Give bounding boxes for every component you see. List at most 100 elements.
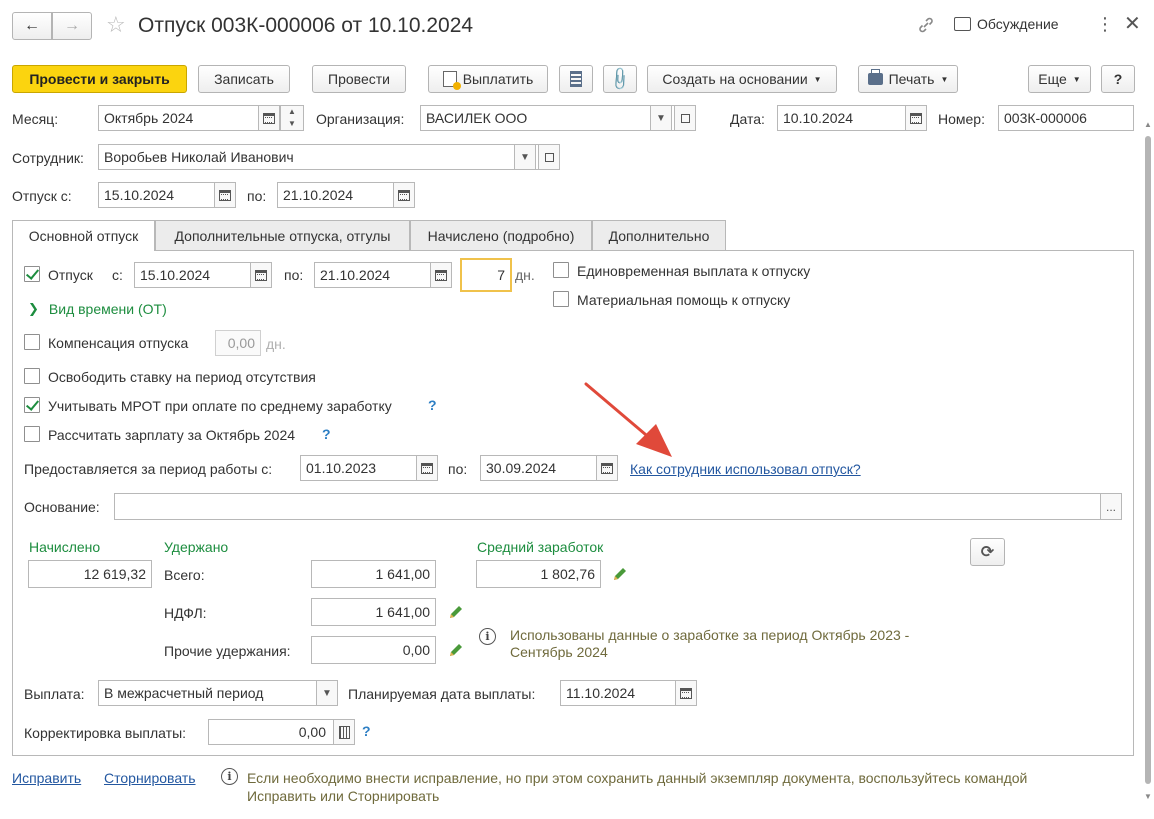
calculator-button[interactable] — [333, 720, 354, 744]
discussion-button[interactable]: Обсуждение — [954, 16, 1059, 32]
other-edit-pencil-icon[interactable] — [448, 642, 464, 658]
avg-earnings-label: Средний заработок — [477, 539, 604, 555]
more-button[interactable]: Еще ▼ — [1028, 65, 1091, 93]
period-from-field[interactable]: 01.10.2023 — [300, 455, 438, 481]
tab-additional-vacations[interactable]: Дополнительные отпуска, отгулы — [155, 220, 410, 250]
avg-edit-pencil-icon[interactable] — [612, 566, 628, 582]
calendar-button[interactable] — [905, 106, 926, 130]
attach-button[interactable]: 📎 — [603, 65, 637, 93]
link-icon[interactable] — [916, 15, 936, 35]
withheld-label: Удержано — [164, 539, 229, 555]
to-date-field[interactable]: 21.10.2024 — [314, 262, 452, 288]
tab-additional[interactable]: Дополнительно — [592, 220, 726, 250]
info-icon: i — [479, 628, 496, 645]
org-dropdown-button[interactable]: ▼ — [650, 106, 672, 130]
close-icon[interactable]: ✕ — [1124, 13, 1141, 35]
list-button[interactable] — [559, 65, 593, 93]
calc-salary-checkbox[interactable] — [24, 426, 40, 442]
month-spinner[interactable]: ▲ ▼ — [280, 105, 304, 131]
calendar-button[interactable] — [430, 263, 451, 287]
time-type-toggle[interactable]: ❯ Вид времени (ОТ) — [28, 300, 167, 318]
compensation-checkbox[interactable] — [24, 334, 40, 350]
mrot-help-icon[interactable]: ? — [428, 397, 437, 413]
org-open-button[interactable] — [674, 106, 695, 130]
post-button[interactable]: Провести — [312, 65, 406, 93]
vacation-usage-link[interactable]: Как сотрудник использовал отпуск? — [630, 460, 861, 478]
vacation-from-label: Отпуск с: — [12, 188, 72, 204]
save-button[interactable]: Записать — [198, 65, 290, 93]
employee-dropdown-button[interactable]: ▼ — [514, 145, 536, 169]
more-label: Еще — [1038, 71, 1067, 87]
back-button[interactable]: ← — [12, 12, 52, 40]
calc-salary-help-icon[interactable]: ? — [322, 426, 331, 442]
scrollbar-track[interactable]: ▲ ▼ — [1143, 120, 1153, 810]
calendar-button[interactable] — [675, 681, 696, 705]
employee-open-button[interactable] — [538, 145, 559, 169]
number-label: Номер: — [938, 111, 985, 127]
info-icon: i — [221, 768, 238, 785]
month-value: Октябрь 2024 — [104, 110, 194, 126]
org-label: Организация: — [316, 111, 405, 127]
caret-down-icon: ▼ — [940, 74, 949, 84]
calendar-icon — [255, 269, 267, 281]
storno-link[interactable]: Сторнировать — [104, 769, 196, 787]
payout-dropdown-button[interactable]: ▼ — [316, 681, 337, 705]
window-title: Отпуск 003К-000006 от 10.10.2024 — [138, 14, 474, 37]
print-button[interactable]: Печать ▼ — [858, 65, 958, 93]
time-type-label: Вид времени (ОТ) — [48, 301, 167, 317]
calendar-button[interactable] — [250, 263, 271, 287]
calendar-icon — [680, 687, 692, 699]
days-field[interactable]: 7 — [460, 258, 512, 292]
discussion-label: Обсуждение — [977, 16, 1059, 32]
org-field[interactable]: ВАСИЛЕК ООО ▼ — [420, 105, 696, 131]
help-button[interactable]: ? — [1101, 65, 1135, 93]
vacation-checkbox[interactable] — [24, 266, 40, 282]
from-date-field[interactable]: 15.10.2024 — [134, 262, 272, 288]
create-based-button[interactable]: Создать на основании ▼ — [647, 65, 837, 93]
employee-field[interactable]: Воробьев Николай Иванович ▼ — [98, 144, 560, 170]
tab-main-vacation[interactable]: Основной отпуск — [12, 220, 155, 251]
lump-sum-checkbox[interactable] — [553, 262, 569, 278]
payout-select[interactable]: В межрасчетный период ▼ — [98, 680, 338, 706]
other-withholdings-label: Прочие удержания: — [164, 643, 291, 659]
arrow-right-icon: → — [64, 17, 80, 34]
basis-field[interactable]: ... — [114, 493, 1122, 520]
month-field[interactable]: Октябрь 2024 — [98, 105, 280, 131]
correction-help-icon[interactable]: ? — [362, 723, 371, 739]
free-rate-checkbox[interactable] — [24, 368, 40, 384]
post-and-close-button[interactable]: Провести и закрыть — [12, 65, 187, 93]
period-to-label: по: — [448, 461, 468, 477]
calendar-button[interactable] — [214, 183, 235, 207]
calendar-button[interactable] — [258, 106, 279, 130]
vacation-from-value: 15.10.2024 — [104, 187, 175, 203]
more-vertical-icon[interactable]: ⋮ — [1096, 14, 1114, 34]
number-field[interactable]: 003К-000006 — [998, 105, 1134, 131]
forward-button[interactable]: → — [52, 12, 92, 40]
material-aid-checkbox[interactable] — [553, 291, 569, 307]
calendar-icon — [421, 462, 433, 474]
vacation-from-field[interactable]: 15.10.2024 — [98, 182, 236, 208]
tab-accrued-detailed[interactable]: Начислено (подробно) — [410, 220, 592, 250]
vacation-to-field[interactable]: 21.10.2024 — [277, 182, 415, 208]
pay-button[interactable]: Выплатить — [428, 65, 548, 93]
scroll-down-icon[interactable]: ▼ — [1144, 792, 1152, 801]
avg-earnings-value: 1 802,76 — [540, 566, 596, 582]
basis-select-button[interactable]: ... — [1100, 494, 1121, 519]
calendar-icon — [910, 112, 922, 124]
date-field[interactable]: 10.10.2024 — [777, 105, 927, 131]
calendar-button[interactable] — [393, 183, 414, 207]
print-label: Печать — [888, 71, 935, 87]
scrollbar-thumb[interactable] — [1145, 136, 1151, 784]
fix-link[interactable]: Исправить — [12, 769, 81, 787]
planned-date-field[interactable]: 11.10.2024 — [560, 680, 697, 706]
calendar-button[interactable] — [416, 456, 437, 480]
from-label: с: — [112, 267, 123, 283]
scroll-up-icon[interactable]: ▲ — [1144, 120, 1152, 129]
correction-field[interactable]: 0,00 — [208, 719, 355, 745]
ndfl-edit-pencil-icon[interactable] — [448, 604, 464, 620]
compensation-days-field[interactable]: 0,00 — [215, 330, 261, 356]
star-icon[interactable]: ☆ — [106, 13, 126, 37]
refresh-button[interactable]: ⟳ — [970, 538, 1005, 566]
mrot-checkbox[interactable] — [24, 397, 40, 413]
annotation-arrow-icon — [584, 382, 672, 457]
